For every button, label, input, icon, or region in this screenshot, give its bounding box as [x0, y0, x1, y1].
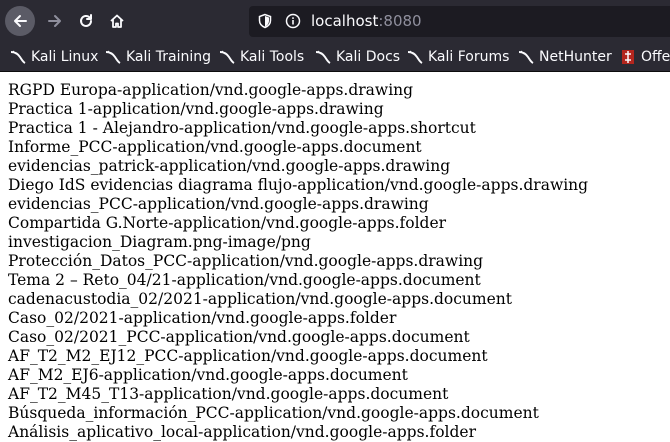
list-item: Búsqueda_información_PCC-application/vnd…	[8, 404, 539, 422]
url-host: localhost	[311, 12, 379, 30]
file-list: RGPD Europa-application/vnd.google-apps.…	[8, 81, 670, 442]
back-button[interactable]	[5, 6, 35, 36]
bookmark-kali-docs[interactable]: Kali Docs	[315, 43, 400, 71]
home-button[interactable]	[102, 6, 132, 36]
reload-button[interactable]	[71, 6, 101, 36]
bookmark-offsec[interactable]: Offe	[620, 43, 670, 71]
list-item: Análisis_aplicativo_local-application/vn…	[8, 423, 476, 441]
bookmark-kali-forums[interactable]: Kali Forums	[407, 43, 509, 71]
offsec-icon	[622, 50, 634, 64]
bookmark-label: Kali Forums	[428, 49, 510, 65]
list-item: evidencias_PCC-application/vnd.google-ap…	[8, 195, 429, 213]
list-item: AF_M2_EJ6-application/vnd.google-apps.do…	[8, 366, 408, 384]
list-item: Informe_PCC-application/vnd.google-apps.…	[8, 138, 422, 156]
bookmark-kali-training[interactable]: Kali Training	[105, 43, 211, 71]
list-item: investigacion_Diagram.png-image/png	[8, 233, 311, 251]
list-item: cadenacustodia_02/2021-application/vnd.g…	[8, 290, 512, 308]
bookmark-label: Kali Tools	[240, 49, 305, 65]
reload-icon	[80, 14, 92, 27]
forward-button[interactable]	[40, 6, 70, 36]
kali-dragon-icon	[407, 50, 423, 64]
arrow-left-icon	[14, 15, 27, 27]
bookmark-label: NetHunter	[539, 49, 612, 65]
arrow-right-icon	[48, 15, 61, 27]
list-item: Practica 1-application/vnd.google-apps.d…	[8, 100, 384, 118]
kali-dragon-icon	[10, 50, 26, 64]
list-item: Diego IdS evidencias diagrama flujo-appl…	[8, 176, 589, 194]
bookmarks-toolbar: Kali Linux Kali Training Kali Tools Kali…	[0, 43, 670, 72]
list-item: Protección_Datos_PCC-application/vnd.goo…	[8, 252, 484, 270]
bookmark-label: Offe	[641, 49, 670, 65]
url-bar[interactable]: localhost:8080	[249, 6, 670, 37]
kali-dragon-icon	[219, 50, 235, 64]
tracking-protection-shield-icon[interactable]	[257, 13, 273, 33]
kali-dragon-icon	[518, 50, 534, 64]
list-item: Caso_02/2021-application/vnd.google-apps…	[8, 309, 397, 327]
site-info-icon[interactable]	[285, 13, 301, 33]
bookmark-label: Kali Docs	[336, 49, 401, 65]
home-icon	[110, 14, 124, 28]
list-item: RGPD Europa-application/vnd.google-apps.…	[8, 81, 414, 99]
list-item: Caso_02/2021_PCC-application/vnd.google-…	[8, 328, 470, 346]
list-item: AF_T2_M2_EJ12_PCC-application/vnd.google…	[8, 347, 488, 365]
kali-dragon-icon	[105, 50, 121, 64]
bookmark-label: Kali Linux	[31, 49, 99, 65]
bookmark-nethunter[interactable]: NetHunter	[518, 43, 612, 71]
browser-toolbar: localhost:8080	[0, 0, 670, 43]
list-item: Tema 2 – Reto_04/21-application/vnd.goog…	[8, 271, 481, 289]
kali-dragon-icon	[315, 50, 331, 64]
bookmark-kali-tools[interactable]: Kali Tools	[219, 43, 304, 71]
bookmark-label: Kali Training	[126, 49, 211, 65]
url-text: localhost:8080	[311, 12, 422, 30]
list-item: AF_T2_M45_T13-application/vnd.google-app…	[8, 385, 449, 403]
list-item: Compartida G.Norte-application/vnd.googl…	[8, 214, 447, 232]
list-item: evidencias_patrick-application/vnd.googl…	[8, 157, 451, 175]
list-item: Practica 1 - Alejandro-application/vnd.g…	[8, 119, 476, 137]
bookmark-kali-linux[interactable]: Kali Linux	[10, 43, 98, 71]
url-port: :8080	[378, 12, 422, 30]
